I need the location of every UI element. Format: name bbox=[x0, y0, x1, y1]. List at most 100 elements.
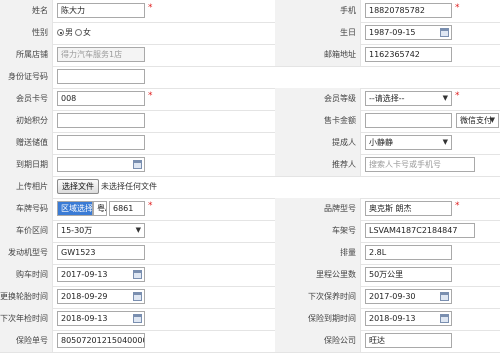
label-tire-change: 更换轮胎时间 bbox=[0, 286, 52, 308]
radio-male-label: 男 bbox=[65, 28, 73, 37]
gift-balance-input[interactable] bbox=[57, 135, 145, 150]
payment-method-select[interactable]: 微信支付 ▼ bbox=[456, 113, 499, 128]
form-row-photo: 上传相片 选择文件 未选择任何文件 bbox=[0, 176, 500, 199]
chevron-down-icon: ▼ bbox=[489, 116, 495, 124]
calendar-icon[interactable] bbox=[133, 314, 142, 323]
idcard-input[interactable] bbox=[57, 69, 145, 84]
label-price-range: 车价区间 bbox=[0, 220, 52, 242]
label-idcard: 身份证号码 bbox=[0, 66, 52, 88]
chevron-down-icon: ▼ bbox=[442, 94, 448, 102]
form-row-store: 所属店铺 得力汽车服务1店 邮箱地址 1162365742 bbox=[0, 44, 500, 67]
label-gift-balance: 赠送储值 bbox=[0, 132, 52, 154]
plate-prefix[interactable]: 粤A bbox=[93, 201, 107, 216]
form-row-engine: 发动机型号 GW1523 排量 2.8L bbox=[0, 242, 500, 265]
label-name: 姓名 bbox=[0, 0, 52, 22]
required-mark: * bbox=[148, 201, 153, 211]
form-row-plate: 车牌号码 区域选择 粤A 6861 * 品牌型号 奥克斯 朗杰 * bbox=[0, 198, 500, 221]
initial-points-input[interactable] bbox=[57, 113, 145, 128]
purchase-date-input[interactable]: 2017-09-13 bbox=[57, 267, 145, 282]
form-row-gender: 性别 男 女 生日 1987-09-15 bbox=[0, 22, 500, 45]
label-insurance-company: 保险公司 bbox=[275, 330, 360, 352]
form-row-inspection: 下次年检时间 2018-09-13 保险到期时间 2018-09-13 bbox=[0, 308, 500, 331]
form-row-expiry: 到期日期 推荐人 搜索人卡号或手机号 bbox=[0, 154, 500, 177]
store-select[interactable]: 得力汽车服务1店 bbox=[57, 47, 145, 62]
radio-male[interactable] bbox=[57, 29, 64, 36]
label-referrer: 推荐人 bbox=[275, 154, 360, 176]
label-mobile: 手机 bbox=[275, 0, 360, 22]
commission-select[interactable]: 小静静 ▼ bbox=[365, 135, 452, 150]
label-purchase-date: 购车时间 bbox=[0, 264, 52, 286]
chevron-down-icon: ▼ bbox=[442, 138, 448, 146]
label-commission: 提成人 bbox=[275, 132, 360, 154]
tire-change-input[interactable]: 2018-09-29 bbox=[57, 289, 145, 304]
displacement-input[interactable]: 2.8L bbox=[365, 245, 452, 260]
form-row-idcard: 身份证号码 bbox=[0, 66, 500, 89]
label-gender: 性别 bbox=[0, 22, 52, 44]
label-email: 邮箱地址 bbox=[275, 44, 360, 66]
label-policy-number: 保险单号 bbox=[0, 330, 52, 352]
label-vin: 车架号 bbox=[275, 220, 360, 242]
vin-input[interactable]: LSVAM4187C2184847 bbox=[365, 223, 475, 238]
calendar-icon[interactable] bbox=[440, 314, 449, 323]
form-row-cardno: 会员卡号 008 * 会员等级 --请选择-- ▼ * bbox=[0, 88, 500, 111]
required-mark: * bbox=[148, 3, 153, 13]
no-file-text: 未选择任何文件 bbox=[101, 182, 157, 191]
policy-number-input[interactable]: 8050720121504000032157 bbox=[57, 333, 145, 348]
label-birthday: 生日 bbox=[275, 22, 360, 44]
referrer-search-input[interactable]: 搜索人卡号或手机号 bbox=[365, 157, 475, 172]
form-row-price: 车价区间 15-30万 ▼ 车架号 LSVAM4187C2184847 bbox=[0, 220, 500, 243]
calendar-icon[interactable] bbox=[133, 160, 142, 169]
choose-file-button[interactable]: 选择文件 bbox=[57, 179, 99, 194]
radio-female-label: 女 bbox=[83, 28, 91, 37]
price-range-select[interactable]: 15-30万 ▼ bbox=[57, 223, 145, 238]
label-card-amount: 售卡金额 bbox=[275, 110, 360, 132]
member-level-select[interactable]: --请选择-- ▼ bbox=[365, 91, 452, 106]
name-input[interactable]: 陈大力 bbox=[57, 3, 145, 18]
member-form: 姓名 陈大力 * 手机 18820785782 * 性别 男 女 生日 1987… bbox=[0, 0, 500, 353]
required-mark: * bbox=[455, 3, 460, 13]
expiry-date-input[interactable] bbox=[57, 157, 145, 172]
form-row-purchase: 购车时间 2017-09-13 里程公里数 50万公里 bbox=[0, 264, 500, 287]
engine-model-input[interactable]: GW1523 bbox=[57, 245, 145, 260]
next-inspection-input[interactable]: 2018-09-13 bbox=[57, 311, 145, 326]
label-next-maintenance: 下次保养时间 bbox=[275, 286, 360, 308]
label-mileage: 里程公里数 bbox=[275, 264, 360, 286]
calendar-icon[interactable] bbox=[133, 270, 142, 279]
plate-number-input[interactable]: 6861 bbox=[109, 201, 145, 216]
chevron-down-icon: ▼ bbox=[135, 226, 141, 234]
label-store: 所属店铺 bbox=[0, 44, 52, 66]
brand-model-input[interactable]: 奥克斯 朗杰 bbox=[365, 201, 452, 216]
insurance-company-input[interactable]: 旺达 bbox=[365, 333, 452, 348]
email-input[interactable]: 1162365742 bbox=[365, 47, 452, 62]
calendar-icon[interactable] bbox=[133, 292, 142, 301]
label-insurance-expiry: 保险到期时间 bbox=[275, 308, 360, 330]
calendar-icon[interactable] bbox=[440, 28, 449, 37]
label-member-level: 会员等级 bbox=[275, 88, 360, 110]
mobile-input[interactable]: 18820785782 bbox=[365, 3, 452, 18]
label-engine-model: 发动机型号 bbox=[0, 242, 52, 264]
card-amount-input[interactable] bbox=[365, 113, 452, 128]
label-displacement: 排量 bbox=[275, 242, 360, 264]
form-row-tire: 更换轮胎时间 2018-09-29 下次保养时间 2017-09-30 bbox=[0, 286, 500, 309]
mileage-input[interactable]: 50万公里 bbox=[365, 267, 452, 282]
label-next-inspection: 下次年检时间 bbox=[0, 308, 52, 330]
label-brand-model: 品牌型号 bbox=[275, 198, 360, 220]
form-row-points: 初始积分 售卡金额 微信支付 ▼ bbox=[0, 110, 500, 133]
label-upload-photo: 上传相片 bbox=[0, 176, 52, 198]
insurance-expiry-input[interactable]: 2018-09-13 bbox=[365, 311, 452, 326]
label-expiry-date: 到期日期 bbox=[0, 154, 52, 176]
card-number-input[interactable]: 008 bbox=[57, 91, 145, 106]
required-mark: * bbox=[148, 91, 153, 101]
label-card-number: 会员卡号 bbox=[0, 88, 52, 110]
birthday-input[interactable]: 1987-09-15 bbox=[365, 25, 452, 40]
form-row-gift: 赠送储值 提成人 小静静 ▼ bbox=[0, 132, 500, 155]
radio-female[interactable] bbox=[75, 29, 82, 36]
region-select[interactable]: 区域选择 bbox=[57, 201, 93, 216]
label-plate-number: 车牌号码 bbox=[0, 198, 52, 220]
form-row-name: 姓名 陈大力 * 手机 18820785782 * bbox=[0, 0, 500, 23]
required-mark: * bbox=[455, 91, 460, 101]
required-mark: * bbox=[455, 201, 460, 211]
next-maintenance-input[interactable]: 2017-09-30 bbox=[365, 289, 452, 304]
label-initial-points: 初始积分 bbox=[0, 110, 52, 132]
calendar-icon[interactable] bbox=[440, 292, 449, 301]
